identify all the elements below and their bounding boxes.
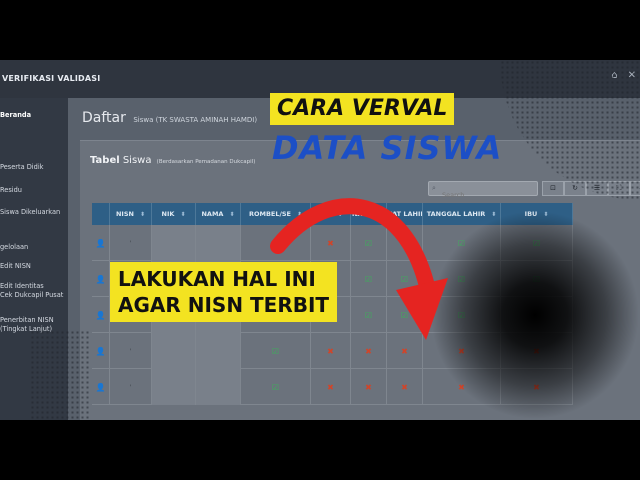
- column-header[interactable]: NIK ⬍: [152, 203, 196, 225]
- user-icon[interactable]: 👤: [96, 311, 106, 320]
- page-title: Daftar Siswa (TK SWASTA AMINAH HAMDI): [82, 110, 257, 126]
- nisn-cell: ': [110, 225, 152, 261]
- row-action-cell[interactable]: 👤: [92, 225, 110, 261]
- sort-icon[interactable]: ⬍: [180, 211, 185, 218]
- page-subtitle: Siswa (TK SWASTA AMINAH HAMDI): [133, 116, 258, 124]
- nik-cell: [152, 333, 196, 369]
- panel-title: Tabel Siswa (Berdasarkan Pemadanan Dukca…: [90, 155, 255, 166]
- screenshot-frame: VERIFIKASI VALIDASI ⌂ ✕ Beranda Peserta …: [0, 60, 640, 420]
- column-header[interactable]: NISN ⬍: [110, 203, 152, 225]
- page-title-text: Daftar: [82, 110, 126, 126]
- sidebar-item-edit-identitas[interactable]: Edit Identitas: [0, 282, 70, 291]
- sort-icon[interactable]: ⬍: [229, 211, 234, 218]
- nama-cell: [196, 369, 241, 405]
- caption-bottom-line2: AGAR NISN TERBIT: [118, 293, 330, 317]
- sidebar-item-pengelolaan[interactable]: gelolaan: [0, 243, 70, 252]
- status-cell: ✖: [351, 369, 387, 405]
- column-header-label: NISN: [115, 210, 134, 218]
- panel-title-bold: Tabel: [90, 155, 120, 166]
- nisn-value: ': [129, 239, 132, 247]
- cross-icon: ✖: [365, 382, 372, 392]
- row-action-cell[interactable]: 👤: [92, 261, 110, 297]
- row-action-cell[interactable]: 👤: [92, 369, 110, 405]
- spotlight-shadow: [430, 210, 640, 420]
- sidebar-item-beranda[interactable]: Beranda: [0, 111, 70, 120]
- nisn-value: ': [129, 383, 132, 391]
- caption-top: CARA VERVAL: [270, 93, 455, 125]
- column-header-label: NIK: [161, 210, 175, 218]
- cross-icon: ✖: [327, 382, 334, 392]
- halftone-decoration-left: [30, 330, 90, 420]
- sidebar-item-residu[interactable]: Residu: [0, 186, 70, 195]
- user-icon[interactable]: 👤: [96, 275, 106, 284]
- sidebar-item-cek-dukcapil[interactable]: Cek Dukcapil Pusat: [0, 291, 70, 300]
- user-icon[interactable]: 👤: [96, 239, 106, 248]
- column-header[interactable]: NAMA ⬍: [196, 203, 241, 225]
- caption-bottom-line1: LAKUKAN HAL INI: [118, 267, 316, 291]
- row-action-cell[interactable]: 👤: [92, 333, 110, 369]
- nisn-cell: ': [110, 333, 152, 369]
- nisn-value: ': [129, 347, 132, 355]
- status-cell: ✖: [387, 369, 423, 405]
- cross-icon: ✖: [401, 382, 408, 392]
- column-header-label: NAMA: [201, 210, 224, 218]
- nik-cell: [152, 369, 196, 405]
- sort-icon[interactable]: ⬍: [140, 211, 145, 218]
- sidebar-item-peserta-didik[interactable]: Peserta Didik: [0, 163, 70, 172]
- caption-bottom: LAKUKAN HAL INI AGAR NISN TERBIT: [110, 262, 338, 322]
- status-cell: ✖: [311, 369, 351, 405]
- sidebar-item-siswa-dikeluarkan[interactable]: Siswa Dikeluarkan: [0, 208, 70, 217]
- sidebar-item-edit-nisn[interactable]: Edit NISN: [0, 262, 70, 271]
- nama-cell: [196, 333, 241, 369]
- panel-title-note: (Berdasarkan Pemadanan Dukcapil): [156, 159, 256, 165]
- column-header-blank: [92, 203, 110, 225]
- sidebar-item-penerbitan-nisn[interactable]: Penerbitan NISN: [0, 316, 70, 325]
- nisn-cell: ': [110, 369, 152, 405]
- app-title: VERIFIKASI VALIDASI: [2, 74, 101, 83]
- status-cell: ☑: [241, 369, 311, 405]
- nama-cell: [196, 225, 241, 261]
- user-icon[interactable]: 👤: [96, 347, 106, 356]
- nik-cell: [152, 225, 196, 261]
- toggle-icon[interactable]: ⊡: [542, 181, 564, 196]
- caption-main: DATA SISWA: [272, 129, 503, 167]
- row-action-cell[interactable]: 👤: [92, 297, 110, 333]
- user-icon[interactable]: 👤: [96, 383, 106, 392]
- panel-title-rest: Siswa: [119, 155, 152, 166]
- check-icon: ☑: [271, 382, 280, 392]
